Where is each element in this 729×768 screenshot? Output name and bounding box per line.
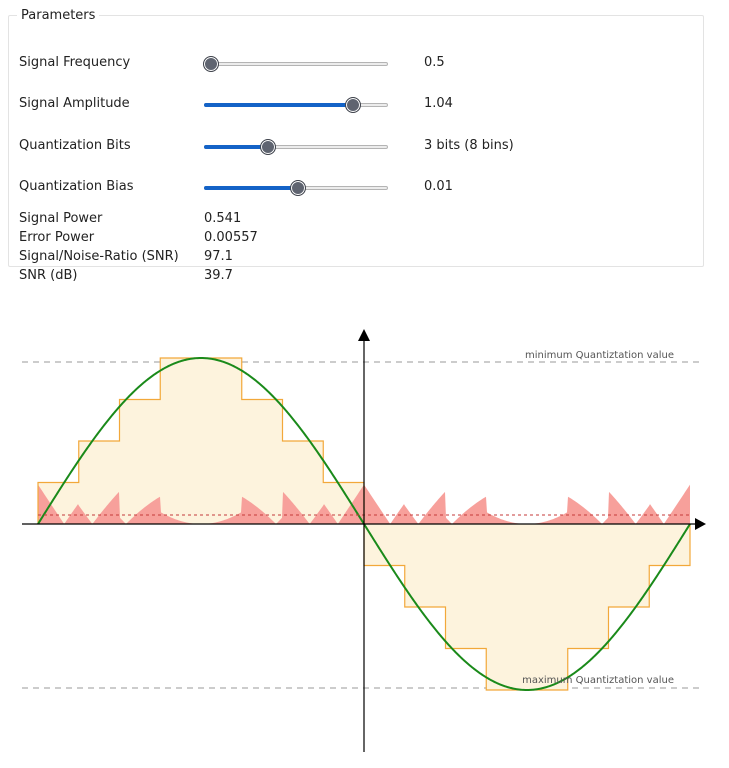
stat-value: 39.7 (204, 268, 233, 283)
parameters-panel: Parameters Signal Frequency 0.5 Signal A… (8, 8, 704, 283)
stat-label: SNR (dB) (19, 268, 78, 283)
signal-frequency-row: Signal Frequency 0.5 (19, 51, 699, 77)
slider-thumb[interactable] (289, 180, 306, 196)
y-axis-arrow-icon (358, 329, 370, 341)
quantization-bias-label: Quantization Bias (19, 179, 134, 194)
parameters-legend: Parameters (21, 8, 96, 23)
signal-amplitude-slider[interactable] (204, 97, 388, 113)
quantization-bits-value: 3 bits (8 bins) (424, 138, 514, 153)
quantization-bias-value: 0.01 (424, 179, 453, 194)
stat-value: 0.541 (204, 211, 242, 226)
slider-thumb[interactable] (345, 97, 362, 113)
stat-label: Signal Power (19, 211, 103, 226)
signal-frequency-slider[interactable] (203, 56, 388, 72)
stat-label: Error Power (19, 230, 95, 245)
min-quantization-label: minimum Quantiztation value (525, 350, 674, 361)
signal-frequency-label: Signal Frequency (19, 55, 131, 70)
slider-track (204, 62, 388, 66)
signal-amplitude-row: Signal Amplitude 1.04 (19, 92, 699, 118)
stats-list: Signal Power 0.541 Error Power 0.00557 S… (19, 211, 419, 287)
stat-value: 97.1 (204, 249, 233, 264)
stat-signal-power: Signal Power 0.541 (19, 211, 419, 230)
stat-label: Signal/Noise-Ratio (SNR) (19, 249, 179, 264)
quantization-bias-row: Quantization Bias 0.01 (19, 175, 699, 201)
stat-error-power: Error Power 0.00557 (19, 230, 419, 249)
x-axis-arrow-icon (695, 518, 706, 530)
stat-value: 0.00557 (204, 230, 258, 245)
stat-snr: Signal/Noise-Ratio (SNR) 97.1 (19, 249, 419, 268)
slider-thumb[interactable] (203, 56, 220, 72)
slider-fill (204, 103, 354, 107)
signal-frequency-value: 0.5 (424, 55, 445, 70)
quantization-bits-label: Quantization Bits (19, 138, 131, 153)
slider-fill (204, 186, 298, 190)
signal-amplitude-value: 1.04 (424, 96, 453, 111)
quantization-bias-slider[interactable] (204, 180, 388, 196)
max-quantization-label: maximum Quantiztation value (522, 675, 674, 686)
quantization-bits-slider[interactable] (204, 139, 388, 155)
stat-snr-db: SNR (dB) 39.7 (19, 268, 419, 287)
quantization-plot: minimum Quantiztation value maximum Quan… (22, 329, 706, 752)
slider-fill (204, 145, 269, 149)
slider-thumb[interactable] (260, 139, 277, 155)
signal-amplitude-label: Signal Amplitude (19, 96, 130, 111)
quantization-bits-row: Quantization Bits 3 bits (8 bins) (19, 134, 699, 160)
